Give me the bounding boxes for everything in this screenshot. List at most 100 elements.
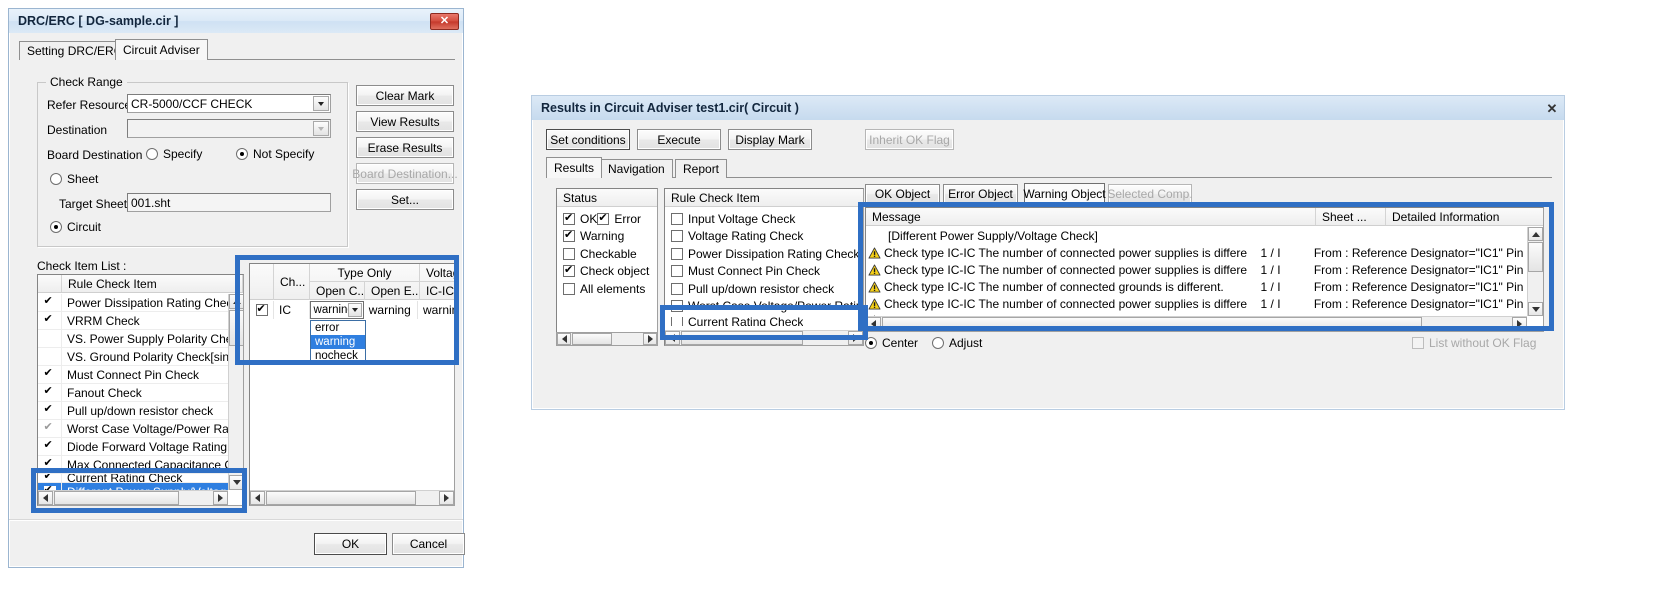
display-mark-button[interactable]: Display Mark [728, 129, 812, 150]
results-rule-panel[interactable]: Rule Check Item Input Voltage Check Volta… [664, 188, 864, 346]
rule-item-checkbox[interactable] [38, 312, 62, 329]
message-scroll-down[interactable] [1528, 302, 1543, 316]
checkbox-icon[interactable] [43, 350, 56, 363]
status-checkbox-item[interactable]: Checkable [563, 245, 637, 262]
rule-list-item[interactable]: Current Rating Check [38, 474, 228, 483]
status-scroll-left[interactable] [557, 333, 571, 345]
grid-scroll-right-button[interactable] [439, 491, 454, 505]
radio-center[interactable]: Center [865, 336, 918, 350]
checkbox-icon[interactable] [671, 230, 683, 242]
hscroll-thumb[interactable] [54, 491, 179, 505]
radio-circuit[interactable]: Circuit [50, 220, 101, 234]
rule-item-checkbox[interactable] [38, 366, 62, 383]
checkbox-icon[interactable] [43, 367, 56, 381]
results-rule-checkbox-item[interactable]: Must Connect Pin Check [671, 263, 820, 280]
grid-scroll-left-button[interactable] [250, 491, 265, 505]
radio-specify[interactable]: Specify [146, 147, 202, 161]
checkbox-icon[interactable] [671, 212, 683, 225]
cancel-button[interactable]: Cancel [392, 533, 465, 555]
checkbox-icon[interactable] [43, 421, 56, 435]
severity-dropdown[interactable]: error warning nocheck [310, 320, 366, 364]
set-button[interactable]: Set... [356, 189, 454, 210]
check-settings-grid[interactable]: Ch... Type Only Voltag Open C... Open E.… [249, 263, 455, 506]
message-row[interactable]: [Different Power Supply/Voltage Check] [866, 227, 1527, 244]
status-checkbox-item[interactable]: OK [563, 210, 597, 227]
error-object-tab[interactable]: Error Object [943, 184, 1018, 204]
tab-report[interactable]: Report [675, 159, 728, 178]
status-scroll-right[interactable] [643, 333, 657, 345]
rule-list-item[interactable]: Pull up/down resistor check [38, 402, 228, 420]
checkbox-icon[interactable] [563, 212, 575, 225]
rule-list-item[interactable]: Diode Forward Voltage Rating Check [38, 438, 228, 456]
rule-list-item[interactable]: Must Connect Pin Check [38, 366, 228, 384]
grid-row-checkbox[interactable] [250, 301, 274, 319]
dropdown-option-error[interactable]: error [311, 321, 365, 335]
warning-object-tab[interactable]: Warning Object [1023, 183, 1106, 204]
results-rule-checkbox-item[interactable]: Input Voltage Check [671, 210, 795, 227]
checkbox-icon[interactable] [671, 317, 683, 326]
checkbox-icon[interactable] [43, 457, 56, 471]
grid-cell-open-c[interactable]: warning [309, 301, 364, 319]
message-col-header[interactable]: Message [866, 208, 1316, 225]
rule-item-checkbox[interactable] [38, 330, 62, 347]
results-rule-checkbox-item[interactable]: Voltage Rating Check [671, 228, 803, 245]
results-rule-hscrollbar[interactable] [665, 330, 863, 345]
tab-circuit-adviser[interactable]: Circuit Adviser [115, 39, 208, 60]
rule-item-checkbox[interactable] [38, 402, 62, 419]
scroll-left-button[interactable] [38, 491, 53, 505]
destination-combo[interactable] [127, 119, 331, 138]
rule-list-hscrollbar[interactable] [38, 490, 228, 505]
tab-setting-drc-erc[interactable]: Setting DRC/ERC [19, 41, 131, 60]
message-grid-hscrollbar[interactable] [866, 316, 1527, 331]
tab-navigation[interactable]: Navigation [600, 159, 673, 178]
rule-item-checkbox[interactable] [38, 384, 62, 401]
grid-hscrollbar[interactable] [250, 490, 454, 505]
rule-list-item[interactable]: Max Connected Capacitance Check [38, 456, 228, 474]
results-rule-checkbox-item[interactable]: Power Dissipation Rating Check [671, 245, 859, 262]
results-rule-hscroll-thumb[interactable] [681, 331, 803, 345]
rule-item-checkbox[interactable] [38, 483, 62, 490]
rule-item-checkbox[interactable] [38, 294, 62, 311]
message-row[interactable]: Check type IC-IC The number of connected… [866, 278, 1527, 295]
status-panel[interactable]: Status OK Error Warning Checkable Check obje… [556, 188, 658, 346]
checkbox-icon[interactable] [43, 332, 56, 345]
rule-list-item[interactable]: Fanout Check [38, 384, 228, 402]
erase-results-button[interactable]: Erase Results [356, 137, 454, 158]
checkbox-icon[interactable] [597, 212, 610, 225]
status-checkbox-item[interactable]: Check object [563, 263, 649, 280]
rule-list-item[interactable]: Power Dissipation Rating Check [38, 294, 228, 312]
sheet-col-header[interactable]: Sheet ... [1316, 208, 1386, 225]
message-scroll-right[interactable] [1512, 317, 1527, 331]
checkbox-icon[interactable] [43, 474, 56, 482]
results-rule-checkbox-item[interactable]: Worst Case Voltage/Power Rating Che [671, 298, 863, 315]
checkbox-icon[interactable] [671, 247, 683, 260]
execute-button[interactable]: Execute [637, 129, 721, 150]
status-hscroll-thumb[interactable] [572, 333, 612, 345]
view-results-button[interactable]: View Results [356, 111, 454, 132]
checkbox-icon[interactable] [43, 295, 56, 309]
checkbox-icon[interactable] [671, 282, 683, 295]
checkbox-icon[interactable] [563, 247, 575, 260]
checkbox-icon[interactable] [43, 439, 56, 453]
radio-sheet[interactable]: Sheet [50, 172, 98, 186]
rule-item-checkbox[interactable] [38, 456, 62, 473]
rule-list-vscrollbar[interactable] [228, 294, 243, 490]
dropdown-option-warning[interactable]: warning [311, 335, 365, 349]
ok-button[interactable]: OK [314, 533, 387, 555]
chevron-down-icon-open-c[interactable] [347, 303, 362, 317]
checkbox-icon[interactable] [671, 300, 683, 312]
close-icon[interactable]: ✕ [430, 12, 459, 30]
scroll-up-button[interactable] [229, 294, 243, 309]
scroll-down-button[interactable] [229, 475, 243, 490]
rule-list-item[interactable]: Different Power Supply/Voltage Check [38, 483, 228, 490]
rule-item-checkbox[interactable] [38, 348, 62, 365]
checkbox-icon[interactable] [255, 303, 268, 316]
ok-object-tab[interactable]: OK Object [865, 184, 940, 204]
rule-list-item[interactable]: Worst Case Voltage/Power Rating Ch [38, 420, 228, 438]
checkbox-icon[interactable] [43, 403, 56, 417]
detail-col-header[interactable]: Detailed Information [1386, 208, 1543, 225]
checkbox-icon[interactable] [563, 282, 575, 295]
results-rule-scroll-left[interactable] [665, 331, 680, 345]
results-rule-checkbox-item[interactable]: Pull up/down resistor check [671, 280, 834, 297]
status-hscrollbar[interactable] [556, 332, 658, 346]
